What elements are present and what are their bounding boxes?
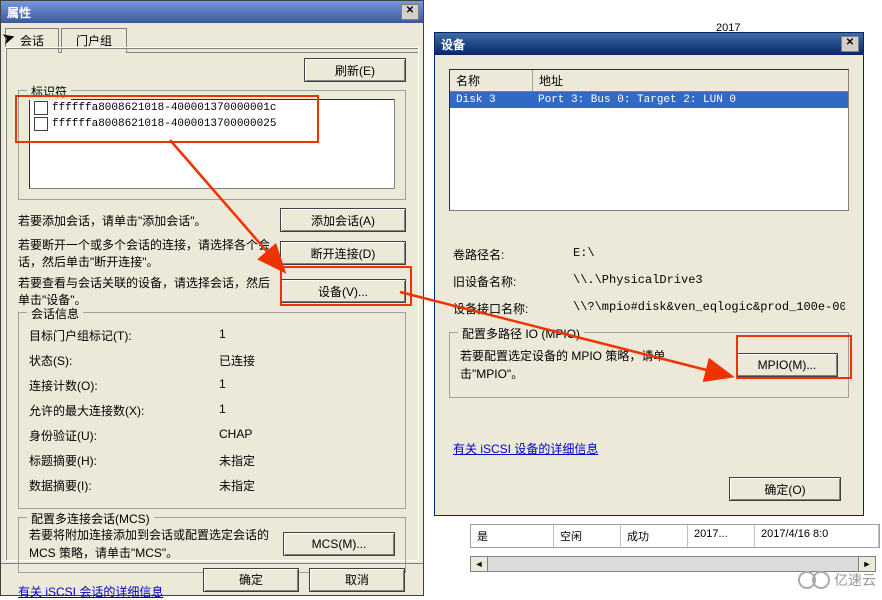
identifier-item[interactable]: ffffffa8008621018-4000013700000025 (30, 116, 394, 132)
close-button[interactable]: ✕ (401, 4, 419, 20)
cancel-button[interactable]: 取消 (309, 568, 405, 592)
scroll-right-icon[interactable]: ► (858, 557, 875, 571)
identifier-fieldset: 标识符 ffffffa8008621018-400001370000001c f… (18, 90, 406, 200)
info-label: 连接计数(O): (29, 377, 219, 394)
properties-footer: 确定 取消 (1, 563, 423, 595)
identifier-item[interactable]: ffffffa8008621018-400001370000001c (30, 100, 394, 116)
info-label: 数据摘要(I): (29, 477, 219, 494)
device-address: Port 3: Bus 0: Target 2: LUN 0 (532, 92, 848, 108)
info-value: 已连接 (219, 352, 395, 369)
device-properties: 卷路径名:E:\ 旧设备名称:\\.\PhysicalDrive3 设备接口名称… (453, 241, 845, 322)
cell: 2017/4/16 8:0 (755, 525, 879, 547)
prop-value: \\?\mpio#disk&ven_eqlogic&prod_100e-00#r… (573, 300, 845, 317)
prop-label: 旧设备名称: (453, 273, 573, 290)
device-list-header: 名称 地址 (450, 70, 848, 92)
scroll-left-icon[interactable]: ◄ (471, 557, 488, 571)
mpio-legend: 配置多路径 IO (MPIO) (458, 325, 584, 342)
bg-top-right: 设备管理器 更多操作 ▶ 2017... 未计划 2017 (430, 0, 882, 28)
device-row[interactable]: Disk 3 Port 3: Bus 0: Target 2: LUN 0 (450, 92, 848, 108)
devices-footer: 确定(O) (729, 477, 841, 501)
prop-label: 卷路径名: (453, 246, 573, 263)
devices-text: 若要查看与会话关联的设备，请选择会话，然后单击"设备"。 (18, 274, 272, 308)
identifier-list[interactable]: ffffffa8008621018-400001370000001c fffff… (29, 99, 395, 189)
cell: 2017... (688, 525, 755, 547)
cell: 是 (471, 525, 554, 547)
info-value: 1 (219, 377, 395, 394)
add-session-button[interactable]: 添加会话(A) (280, 208, 406, 232)
session-info-legend: 会话信息 (27, 305, 83, 322)
mpio-text: 若要配置选定设备的 MPIO 策略，请单击"MPIO"。 (460, 347, 726, 383)
watermark-icon (812, 571, 830, 589)
devices-row: 若要查看与会话关联的设备，请选择会话，然后单击"设备"。 设备(V)... (18, 274, 406, 308)
watermark-text: 亿速云 (834, 570, 876, 590)
scroll-track[interactable] (488, 557, 858, 571)
session-info-grid: 目标门户组标记(T):1 状态(S):已连接 连接计数(O):1 允许的最大连接… (29, 323, 395, 498)
info-label: 身份验证(U): (29, 427, 219, 444)
add-session-row: 若要添加会话，请单击"添加会话"。 添加会话(A) (18, 208, 406, 232)
devices-titlebar: 设备 ✕ (435, 33, 863, 55)
info-label: 状态(S): (29, 352, 219, 369)
close-button[interactable]: ✕ (841, 36, 859, 52)
mcs-legend: 配置多连接会话(MCS) (27, 510, 154, 527)
mcs-text: 若要将附加连接添加到会话或配置选定会话的 MCS 策略，请单击"MCS"。 (29, 526, 273, 562)
devices-button[interactable]: 设备(V)... (280, 279, 406, 303)
properties-dialog: 属性 ✕ 会话 门户组 刷新(E) 标识符 ffffffa8008621018-… (0, 0, 424, 596)
add-session-text: 若要添加会话，请单击"添加会话"。 (18, 212, 272, 229)
disconnect-text: 若要断开一个或多个会话的连接，请选择各个会话，然后单击"断开连接"。 (18, 236, 272, 270)
mcs-button[interactable]: MCS(M)... (283, 532, 395, 556)
refresh-button[interactable]: 刷新(E) (304, 58, 406, 82)
device-name: Disk 3 (450, 92, 532, 108)
identifier-legend: 标识符 (27, 83, 71, 100)
device-list[interactable]: 名称 地址 Disk 3 Port 3: Bus 0: Target 2: LU… (449, 69, 849, 211)
prop-label: 设备接口名称: (453, 300, 573, 317)
session-info-fieldset: 会话信息 目标门户组标记(T):1 状态(S):已连接 连接计数(O):1 允许… (18, 312, 406, 509)
prop-value: E:\ (573, 246, 845, 263)
ok-button[interactable]: 确定 (203, 568, 299, 592)
devices-dialog: 设备 ✕ 名称 地址 Disk 3 Port 3: Bus 0: Target … (434, 32, 864, 516)
devices-title: 设备 (441, 36, 465, 53)
mpio-button[interactable]: MPIO(M)... (736, 353, 838, 377)
checkbox-icon[interactable] (34, 117, 48, 131)
mpio-fieldset: 配置多路径 IO (MPIO) 若要配置选定设备的 MPIO 策略，请单击"MP… (449, 332, 849, 398)
identifier-text: ffffffa8008621018-400001370000001c (52, 102, 276, 114)
watermark: 亿速云 (798, 570, 876, 590)
info-value: 1 (219, 402, 395, 419)
info-value: 1 (219, 327, 395, 344)
info-value: CHAP (219, 427, 395, 444)
identifier-text: ffffffa8008621018-4000013700000025 (52, 118, 276, 130)
info-label: 标题摘要(H): (29, 452, 219, 469)
col-address[interactable]: 地址 (533, 70, 848, 91)
prop-value: \\.\PhysicalDrive3 (573, 273, 845, 290)
col-name[interactable]: 名称 (450, 70, 533, 91)
properties-title: 属性 (7, 4, 31, 21)
ok-button[interactable]: 确定(O) (729, 477, 841, 501)
info-label: 目标门户组标记(T): (29, 327, 219, 344)
table-row: 是 空闲 成功 2017... 2017/4/16 8:0 (470, 524, 880, 548)
checkbox-icon[interactable] (34, 101, 48, 115)
info-value: 未指定 (219, 452, 395, 469)
cell: 成功 (621, 525, 688, 547)
properties-body: 刷新(E) 标识符 ffffffa8008621018-400001370000… (5, 47, 419, 561)
iscsi-device-link[interactable]: 有关 iSCSI 设备的详细信息 (453, 442, 598, 456)
disconnect-button[interactable]: 断开连接(D) (280, 241, 406, 265)
info-label: 允许的最大连接数(X): (29, 402, 219, 419)
properties-titlebar: 属性 ✕ (1, 1, 423, 23)
info-value: 未指定 (219, 477, 395, 494)
cell: 空闲 (554, 525, 621, 547)
disconnect-row: 若要断开一个或多个会话的连接，请选择各个会话，然后单击"断开连接"。 断开连接(… (18, 236, 406, 270)
